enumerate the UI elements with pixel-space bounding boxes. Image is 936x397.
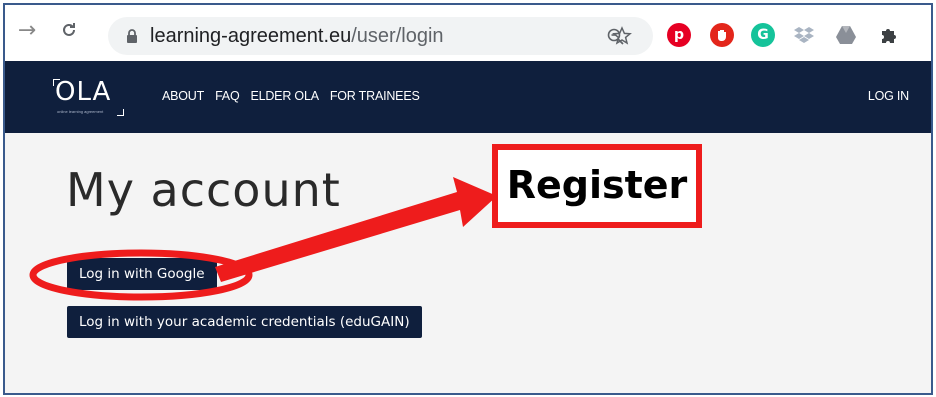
menu-item-about[interactable]: ABOUT <box>162 89 204 103</box>
screenshot-frame: → learning-agreement.eu/user/login p G O… <box>3 3 933 395</box>
menu-item-for-trainees[interactable]: FOR TRAINEES <box>330 89 420 103</box>
register-annotation: Register <box>492 144 702 228</box>
drive-icon[interactable] <box>834 23 858 47</box>
google-login-button[interactable]: Log in with Google <box>67 258 217 290</box>
logo-text: OLA <box>55 77 112 107</box>
pinterest-icon[interactable]: p <box>667 23 691 47</box>
edugain-login-button[interactable]: Log in with your academic credentials (e… <box>67 306 422 338</box>
menu-item-elder-ola[interactable]: ELDER OLA <box>250 89 319 103</box>
dropbox-icon[interactable] <box>792 23 816 47</box>
url-host: learning-agreement.eu <box>150 25 352 47</box>
main-menu: ABOUT FAQ ELDER OLA FOR TRAINEES <box>162 89 420 103</box>
url-text: learning-agreement.eu/user/login <box>150 25 444 48</box>
page-title: My account <box>66 163 341 217</box>
register-label: Register <box>506 163 688 207</box>
star-outline-icon[interactable] <box>611 25 633 47</box>
extensions-icon[interactable] <box>877 23 901 47</box>
url-path: /user/login <box>351 25 444 47</box>
menu-item-faq[interactable]: FAQ <box>215 89 240 103</box>
reload-icon[interactable] <box>55 16 83 44</box>
site-header: OLA online learning agreement ABOUT FAQ … <box>5 61 931 133</box>
browser-toolbar: → learning-agreement.eu/user/login p G <box>5 5 931 61</box>
adblock-icon[interactable] <box>710 23 734 47</box>
logo-subtitle: online learning agreement <box>57 109 104 114</box>
grammarly-icon[interactable]: G <box>751 23 775 47</box>
logo-bracket-bottom <box>117 109 124 116</box>
ola-logo[interactable]: OLA online learning agreement <box>53 73 135 121</box>
address-bar[interactable]: learning-agreement.eu/user/login <box>108 17 653 55</box>
back-icon[interactable]: → <box>13 16 41 44</box>
lock-icon <box>127 29 137 43</box>
login-link[interactable]: LOG IN <box>868 89 909 103</box>
